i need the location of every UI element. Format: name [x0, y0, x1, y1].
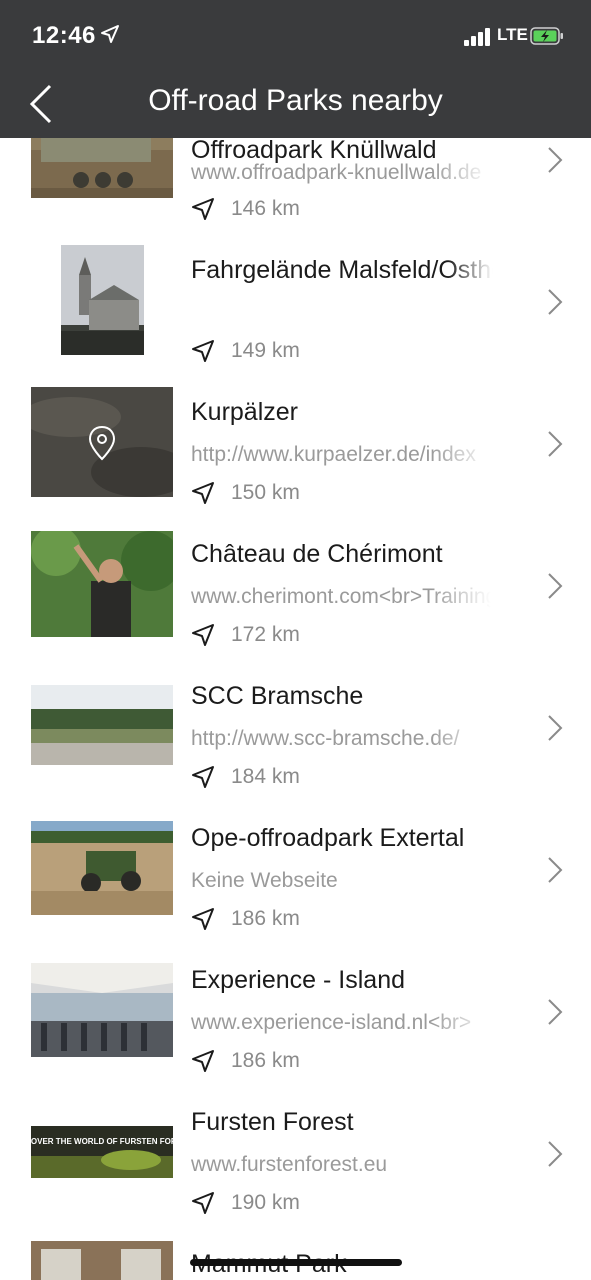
park-name: Fahrgelände Malsfeld/Ostheim — [191, 256, 493, 284]
park-thumbnail — [31, 531, 173, 637]
navigation-arrow-icon — [192, 340, 214, 362]
battery-icon — [530, 27, 563, 45]
chevron-right-icon — [548, 715, 563, 741]
park-url: Keine Webseite — [191, 869, 338, 892]
park-url: www.furstenforest.eu — [191, 1153, 388, 1176]
park-url: www.cherimont.com<br>Training — [191, 585, 491, 608]
navigation-arrow-icon — [192, 1050, 214, 1072]
list-item[interactable]: Mammut Park — [0, 1226, 591, 1280]
navigation-arrow-icon — [192, 198, 214, 220]
navigation-arrow-icon — [192, 482, 214, 504]
chevron-right-icon — [548, 289, 563, 315]
park-thumbnail — [31, 821, 173, 915]
list-item[interactable]: Ope-offroadpark Extertal Keine Webseite … — [0, 800, 591, 942]
chevron-right-icon — [548, 147, 563, 173]
signal-icon — [464, 28, 492, 46]
park-url: http://www.scc-bramsche.de/ — [191, 727, 460, 750]
list-item[interactable]: SCC Bramsche http://www.scc-bramsche.de/… — [0, 658, 591, 800]
list-item[interactable]: Kurpälzer http://www.kurpaelzer.de/index… — [0, 374, 591, 516]
network-type: LTE — [497, 25, 528, 44]
park-name: Château de Chérimont — [191, 540, 443, 568]
park-thumbnail — [31, 387, 173, 497]
chevron-right-icon — [548, 857, 563, 883]
park-name: Fursten Forest — [191, 1108, 354, 1136]
park-url: http://www.kurpaelzer.de/index — [191, 443, 476, 466]
navigation-arrow-icon — [192, 624, 214, 646]
park-thumbnail — [31, 1241, 173, 1280]
park-url: www.offroadpark-knuellwald.de — [191, 161, 482, 184]
page-title: Off-road Parks nearby — [148, 84, 443, 117]
park-name: SCC Bramsche — [191, 682, 364, 710]
park-name: Kurpälzer — [191, 398, 298, 426]
list-item[interactable]: DISCOVER THE WORLD OF FURSTEN FOREST Fur… — [0, 1084, 591, 1226]
park-thumbnail: DISCOVER THE WORLD OF FURSTEN FOREST — [31, 1126, 173, 1178]
fursten-banner-text: DISCOVER THE WORLD OF FURSTEN FOREST — [31, 1137, 173, 1146]
chevron-right-icon — [548, 999, 563, 1025]
parks-list[interactable]: Offroadpark Knüllwald www.offroadpark-kn… — [0, 0, 591, 1280]
navigation-arrow-icon — [192, 908, 214, 930]
chevron-right-icon — [548, 573, 563, 599]
location-arrow-icon — [101, 25, 119, 43]
home-indicator[interactable] — [190, 1259, 402, 1266]
nav-header: 12:46 LTE Off-road Parks nearby — [0, 0, 591, 138]
park-name: Experience - Island — [191, 966, 406, 994]
navigation-arrow-icon — [192, 766, 214, 788]
park-name: Ope-offroadpark Extertal — [191, 824, 465, 852]
list-item[interactable]: Château de Chérimont www.cherimont.com<b… — [0, 516, 591, 658]
park-thumbnail — [61, 245, 144, 355]
chevron-right-icon — [548, 431, 563, 457]
navigation-arrow-icon — [192, 1192, 214, 1214]
park-url: www.experience-island.nl<br> — [191, 1011, 472, 1034]
status-time: 12:46 — [32, 22, 96, 49]
chevron-right-icon — [548, 1141, 563, 1167]
park-thumbnail — [31, 685, 173, 765]
list-item[interactable]: Fahrgelände Malsfeld/Ostheim 149 km — [0, 232, 591, 374]
park-thumbnail — [31, 963, 173, 1057]
list-item[interactable]: Experience - Island www.experience-islan… — [0, 942, 591, 1084]
